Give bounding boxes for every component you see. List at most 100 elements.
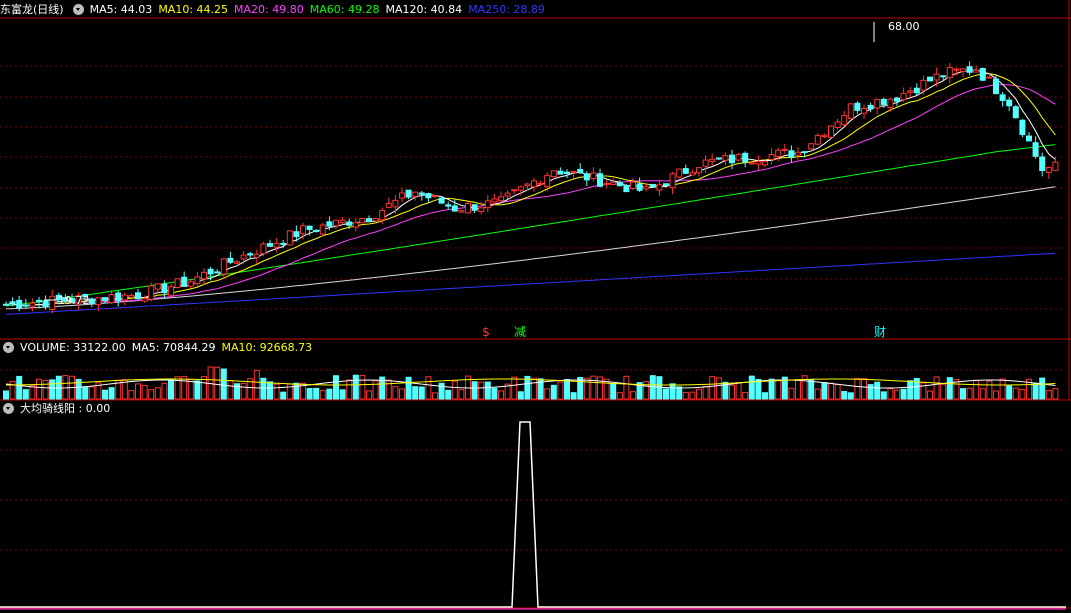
candle-body [418,192,425,195]
volume-bar [352,374,359,400]
volume-bar [669,383,676,400]
volume-bar [623,375,630,400]
volume-bar [847,392,854,400]
ma-legend-item-4: MA120: 40.84 [385,3,463,16]
volume-bar [484,381,491,400]
candle-body [405,189,412,198]
volume-bar [973,379,980,400]
candle-body [438,197,445,204]
volume-bar [775,379,782,400]
candle-body [214,271,221,274]
candle-body [847,103,854,119]
candle-body [537,182,544,185]
volume-bar [696,388,702,400]
candle-body [300,225,306,235]
candle-body [841,115,848,126]
candle-body [286,230,293,246]
candle-body [702,159,709,167]
volume-bar [1039,377,1046,400]
candle-body [610,181,617,186]
candle-body [385,203,392,208]
candle-body [135,292,141,300]
volume-bar [168,378,174,400]
stock-title: 东富龙(日线) [0,3,64,16]
candle-body [933,73,940,81]
volume-bar [979,388,986,400]
ma20-line [5,84,1056,306]
candle-body [597,173,603,187]
candle-body [445,204,452,207]
price-menu-button[interactable] [72,3,84,15]
candle-body [1006,99,1013,107]
candle-body [788,150,795,158]
volume-bar [735,382,742,400]
volume-menu-button[interactable] [3,341,14,353]
candle-body [115,292,122,301]
volume-bar [755,378,762,400]
volume-bar [102,389,108,400]
candle-body [174,278,181,289]
volume-bar [861,378,867,400]
volume-bar [313,387,320,400]
volume-bar [933,376,940,400]
volume-bar [834,384,841,400]
candle-body [187,281,194,287]
candle-body [867,104,874,110]
candle-body [808,143,815,150]
ma-legend-item-3: MA60: 49.28 [309,3,380,16]
candle-body [207,268,214,275]
volume-bar [828,382,834,400]
volume-bar [597,376,603,400]
candle-body [570,171,577,174]
candle-body [471,204,478,211]
volume-bar [1012,387,1019,400]
candle-body [993,78,999,95]
volume-bar [181,375,188,400]
candle-body [874,99,881,109]
volume-bar [187,378,194,400]
volume-bar [319,389,326,400]
low-price-label: 19.72 [58,294,90,307]
candle-body [22,304,29,307]
indicator-menu-button[interactable] [3,402,14,414]
candle-body [504,192,511,197]
volume-bar [689,391,696,400]
candle-body [682,168,689,174]
candle-body [498,196,504,202]
volume-bar [821,382,828,400]
volume-bar [1032,382,1039,400]
candle-body [478,207,485,213]
candle-body [458,210,465,213]
volume-bar [267,381,273,400]
volume-bar [682,392,689,400]
volume-bar [498,390,504,400]
candle-body [1045,167,1052,173]
candle-body [293,231,300,238]
indicator-label: 大均骑线阳 : 0.00 [20,402,111,415]
volume-bar [531,377,537,400]
candle-body [465,203,471,214]
volume-bar [841,390,848,400]
candle-body [326,221,333,227]
volume-bar [960,388,966,400]
volume-header: VOLUME: 33122.00 MA5: 70844.29 MA10: 92668… [0,339,324,357]
candle-body [234,261,240,264]
volume-bar [412,386,419,400]
volume-bar [583,377,590,400]
candle-body [894,97,900,102]
stock-chart-svg: 68.00 19.72 $ 减 财 [0,0,1071,610]
candle-body [986,76,993,79]
candle-body [253,253,260,258]
volume-bar [451,380,458,400]
volume-bar [194,380,201,400]
candle-body [511,189,518,192]
volume-legend: VOLUME: 33122.00 MA5: 70844.29 MA10: 92668… [20,341,318,354]
candle-body [531,180,537,188]
candle-body [366,218,372,223]
signal-marker-0: $ [482,325,490,339]
volume-legend-item-0: VOLUME: 33122.00 [20,341,126,354]
candle-body [1026,135,1032,142]
candle-body [715,157,722,160]
volume-bar [729,384,735,400]
volume-bar [550,384,557,400]
